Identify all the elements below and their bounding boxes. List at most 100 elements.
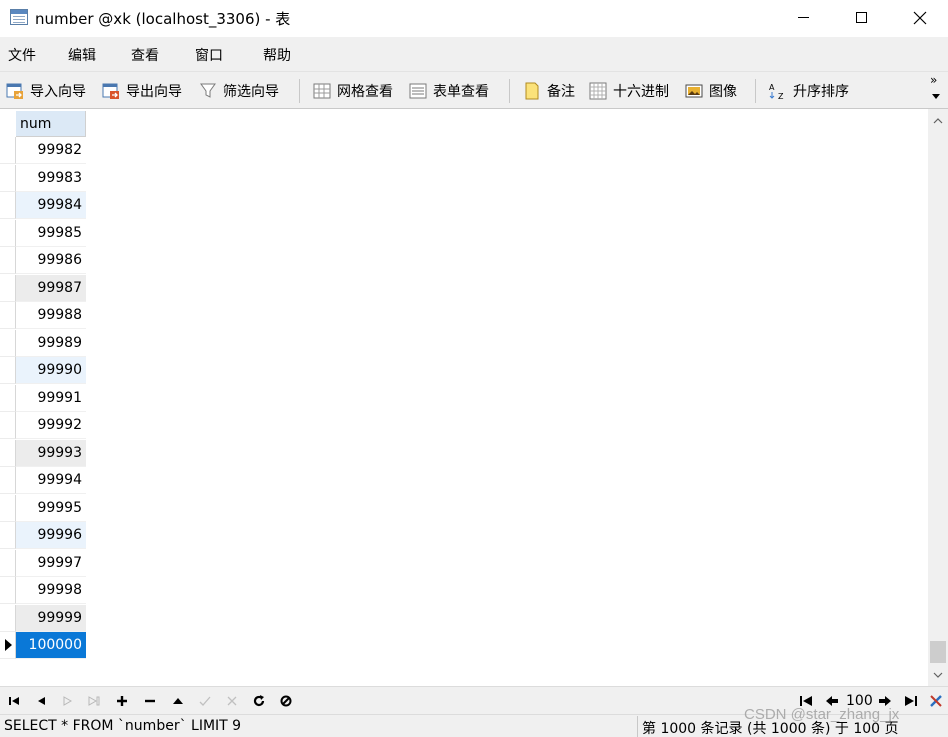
table-cell-num[interactable]: 99994 [16, 467, 86, 494]
row-indicator[interactable] [0, 275, 16, 302]
table-row[interactable]: 99994 [0, 467, 86, 494]
table-cell-num[interactable]: 99990 [16, 357, 86, 384]
row-indicator[interactable] [0, 467, 16, 494]
last-record-button[interactable] [84, 692, 104, 710]
table-cell-num[interactable]: 99992 [16, 412, 86, 439]
svg-text:A: A [769, 83, 775, 92]
row-indicator[interactable] [0, 632, 16, 659]
menu-help[interactable]: 帮助 [263, 45, 291, 65]
close-button[interactable] [897, 0, 943, 35]
row-indicator[interactable] [0, 165, 16, 192]
import-wizard-button[interactable]: 导入向导 [6, 80, 86, 102]
table-row[interactable]: 99986 [0, 247, 86, 274]
toolbar-overflow-icon[interactable]: » [930, 74, 937, 86]
export-wizard-button[interactable]: 导出向导 [102, 80, 182, 102]
row-indicator[interactable] [0, 522, 16, 549]
form-view-label: 表单查看 [433, 84, 489, 100]
table-cell-num[interactable]: 99982 [16, 137, 86, 164]
table-row[interactable]: 100000 [0, 632, 86, 659]
table-row[interactable]: 99983 [0, 165, 86, 192]
table-row[interactable]: 99997 [0, 550, 86, 577]
table-cell-num[interactable]: 99984 [16, 192, 86, 219]
add-record-button[interactable] [112, 692, 132, 710]
menu-file[interactable]: 文件 [8, 45, 36, 65]
minimize-icon [797, 17, 809, 18]
last-page-button[interactable] [901, 692, 921, 710]
row-indicator[interactable] [0, 495, 16, 522]
table-cell-num[interactable]: 99987 [16, 275, 86, 302]
row-indicator[interactable] [0, 550, 16, 577]
table-cell-num[interactable]: 99983 [16, 165, 86, 192]
table-cell-num[interactable]: 99996 [16, 522, 86, 549]
previous-record-button[interactable] [31, 692, 51, 710]
next-record-button[interactable] [58, 692, 78, 710]
table-cell-num[interactable]: 99993 [16, 440, 86, 467]
edit-record-button[interactable] [168, 692, 188, 710]
table-row[interactable]: 99990 [0, 357, 86, 384]
row-indicator[interactable] [0, 247, 16, 274]
settings-button[interactable] [926, 692, 946, 710]
table-row[interactable]: 99996 [0, 522, 86, 549]
table-cell-num[interactable]: 99999 [16, 605, 86, 632]
column-header-num[interactable]: num [16, 111, 86, 137]
row-indicator[interactable] [0, 357, 16, 384]
table-row[interactable]: 99993 [0, 440, 86, 467]
table-row[interactable]: 99991 [0, 385, 86, 412]
row-indicator[interactable] [0, 330, 16, 357]
status-separator [637, 716, 638, 737]
scroll-thumb[interactable] [930, 641, 946, 663]
row-indicator[interactable] [0, 440, 16, 467]
sort-ascending-button[interactable]: AZ 升序排序 [769, 80, 849, 102]
minimize-button[interactable] [780, 0, 826, 35]
scroll-up-button[interactable] [928, 111, 948, 131]
menu-edit[interactable]: 编辑 [68, 45, 96, 65]
image-button[interactable]: 图像 [685, 80, 737, 102]
scroll-down-button[interactable] [928, 665, 948, 685]
row-indicator[interactable] [0, 385, 16, 412]
hex-button[interactable]: 十六进制 [589, 80, 669, 102]
table-cell-num[interactable]: 99989 [16, 330, 86, 357]
row-indicator[interactable] [0, 137, 16, 164]
table-row[interactable]: 99999 [0, 605, 86, 632]
table-cell-num[interactable]: 99995 [16, 495, 86, 522]
table-row[interactable]: 99988 [0, 302, 86, 329]
chevron-down-icon[interactable] [932, 94, 940, 99]
image-label: 图像 [709, 84, 737, 100]
close-icon [913, 11, 927, 24]
table-row[interactable]: 99992 [0, 412, 86, 439]
stop-button[interactable] [276, 692, 296, 710]
row-indicator[interactable] [0, 220, 16, 247]
table-cell-num[interactable]: 99985 [16, 220, 86, 247]
form-view-button[interactable]: 表单查看 [409, 80, 489, 102]
first-record-button[interactable] [4, 692, 24, 710]
table-row[interactable]: 99984 [0, 192, 86, 219]
row-indicator[interactable] [0, 192, 16, 219]
apply-changes-button[interactable] [195, 692, 215, 710]
table-row[interactable]: 99985 [0, 220, 86, 247]
maximize-button[interactable] [838, 0, 884, 35]
table-row[interactable]: 99982 [0, 137, 86, 164]
vertical-scrollbar[interactable] [928, 109, 948, 686]
table-row[interactable]: 99998 [0, 577, 86, 604]
table-cell-num[interactable]: 99988 [16, 302, 86, 329]
table-row[interactable]: 99995 [0, 495, 86, 522]
table-cell-num[interactable]: 99998 [16, 577, 86, 604]
row-indicator[interactable] [0, 412, 16, 439]
row-indicator[interactable] [0, 605, 16, 632]
table-cell-num[interactable]: 99986 [16, 247, 86, 274]
row-indicator[interactable] [0, 302, 16, 329]
grid-view-button[interactable]: 网格查看 [313, 80, 393, 102]
memo-button[interactable]: 备注 [523, 80, 575, 102]
table-cell-num[interactable]: 99991 [16, 385, 86, 412]
delete-record-button[interactable] [140, 692, 160, 710]
menu-window[interactable]: 窗口 [195, 45, 223, 65]
table-row[interactable]: 99987 [0, 275, 86, 302]
table-row[interactable]: 99989 [0, 330, 86, 357]
row-indicator[interactable] [0, 577, 16, 604]
table-cell-num[interactable]: 100000 [16, 632, 86, 659]
table-cell-num[interactable]: 99997 [16, 550, 86, 577]
filter-wizard-button[interactable]: 筛选向导 [199, 80, 279, 102]
menu-view[interactable]: 查看 [131, 45, 159, 65]
refresh-button[interactable] [249, 692, 269, 710]
discard-changes-button[interactable] [222, 692, 242, 710]
